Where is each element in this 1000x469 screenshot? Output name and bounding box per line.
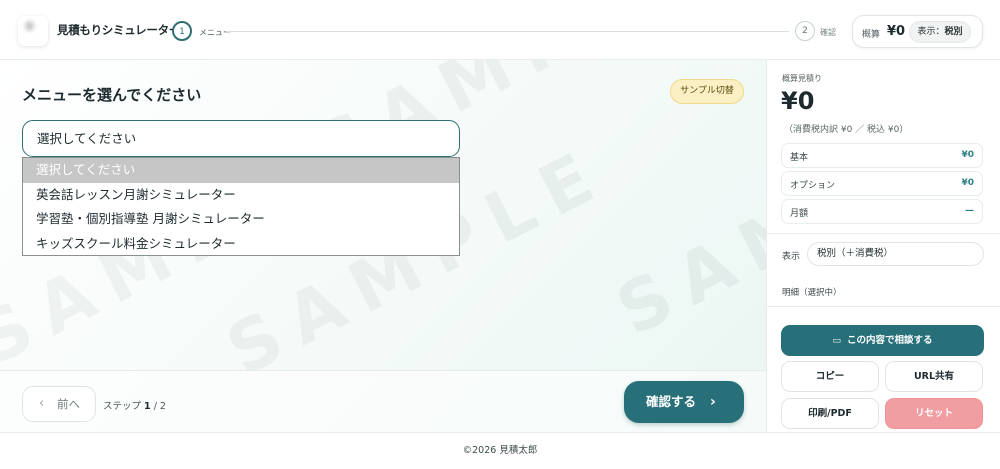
step-navigation: ‹ 前へ ステップ 1 / 2 確認する › <box>0 370 766 432</box>
row-value: ¥0 <box>961 178 974 188</box>
prev-button-label: 前へ <box>57 397 80 411</box>
confirm-button[interactable]: 確認する › <box>624 381 744 423</box>
estimate-sidebar: 概算見積り ¥0 （消費税内訳 ¥0 ／ 税込 ¥0） 基本 ¥0 オプション … <box>766 60 1000 432</box>
copy-button[interactable]: コピー <box>781 361 879 392</box>
step-1-label: メニュー <box>199 28 231 37</box>
sample-switch-button[interactable]: サンプル切替 <box>670 79 744 104</box>
copyright: ©2026 見積太郎 <box>462 445 538 456</box>
menu-option-kids-school[interactable]: キッズスクール料金シミュレーター <box>23 232 459 257</box>
row-value: ¥0 <box>961 150 974 160</box>
menu-select[interactable]: 選択してください <box>22 120 460 157</box>
estimate-caption: 概算見積り <box>782 74 822 83</box>
tax-display-toggle[interactable]: 表示：税別 <box>909 21 971 43</box>
step-counter-prefix: ステップ <box>103 401 142 412</box>
app-title: 見積もりシミュレーター <box>57 23 180 37</box>
app-logo <box>18 16 48 46</box>
confirm-button-label: 確認する <box>646 394 697 409</box>
url-share-button[interactable]: URL共有 <box>885 361 983 392</box>
summary-value: ¥0 <box>887 24 906 39</box>
chevron-left-icon: ‹ <box>39 396 45 411</box>
sidebar-divider <box>767 233 1000 234</box>
detail-label: 明細（選択中） <box>782 288 842 298</box>
estimate-row-monthly: 月額 — <box>781 199 983 224</box>
reset-button[interactable]: リセット <box>885 398 983 429</box>
menu-dropdown-list: 選択してください 英会話レッスン月謝シミュレーター 学習塾・個別指導塾 月謝シミ… <box>22 157 460 256</box>
main-panel: SAMPLE SAMPLE SAMPLE SAMPLE メニューを選んでください… <box>0 60 766 432</box>
row-label: 基本 <box>790 153 809 163</box>
sidebar-divider <box>767 306 1000 307</box>
watermark: SAMPLE <box>603 90 766 352</box>
step-progress-line <box>226 31 789 32</box>
app-header: 見積もりシミュレーター 1 メニュー 2 確認 概算 ¥0 表示：税別 <box>0 0 1000 60</box>
consult-button-label: この内容で相談する <box>847 335 933 346</box>
tax-display-value: 税別 <box>944 27 963 37</box>
chevron-right-icon: › <box>710 394 716 410</box>
step-1-indicator: 1 <box>172 21 192 41</box>
chat-bubble-icon: ▭ <box>832 336 841 346</box>
step-2-indicator: 2 <box>795 21 815 41</box>
summary-label: 概算 <box>862 30 881 40</box>
section-title: メニューを選んでください <box>22 86 202 104</box>
tax-display-select[interactable]: 税別（＋消費税） <box>807 242 984 266</box>
menu-option-placeholder[interactable]: 選択してください <box>23 158 459 183</box>
prev-button[interactable]: ‹ 前へ <box>22 386 96 422</box>
menu-option-english[interactable]: 英会話レッスン月謝シミュレーター <box>23 183 459 208</box>
consult-button[interactable]: ▭ この内容で相談する <box>781 325 984 356</box>
print-pdf-button[interactable]: 印刷/PDF <box>781 398 879 429</box>
menu-option-cram-school[interactable]: 学習塾・個別指導塾 月謝シミュレーター <box>23 207 459 232</box>
row-label: 月額 <box>790 209 809 219</box>
estimate-row-basic: 基本 ¥0 <box>781 143 983 168</box>
row-label: オプション <box>790 181 836 191</box>
page-footer: ©2026 見積太郎 <box>0 432 1000 469</box>
step-counter-current: 1 <box>144 401 151 412</box>
header-summary: 概算 ¥0 表示：税別 <box>852 15 983 48</box>
tax-display-prefix: 表示： <box>917 27 945 37</box>
step-2-label: 確認 <box>820 28 836 37</box>
step-counter-total: / 2 <box>153 401 166 412</box>
row-value: — <box>965 206 974 216</box>
step-counter: ステップ 1 / 2 <box>103 398 166 412</box>
tax-breakdown: （消費税内訳 ¥0 ／ 税込 ¥0） <box>784 125 909 135</box>
estimate-row-option: オプション ¥0 <box>781 171 983 196</box>
display-label: 表示 <box>782 252 801 262</box>
estimate-total: ¥0 <box>781 87 815 115</box>
